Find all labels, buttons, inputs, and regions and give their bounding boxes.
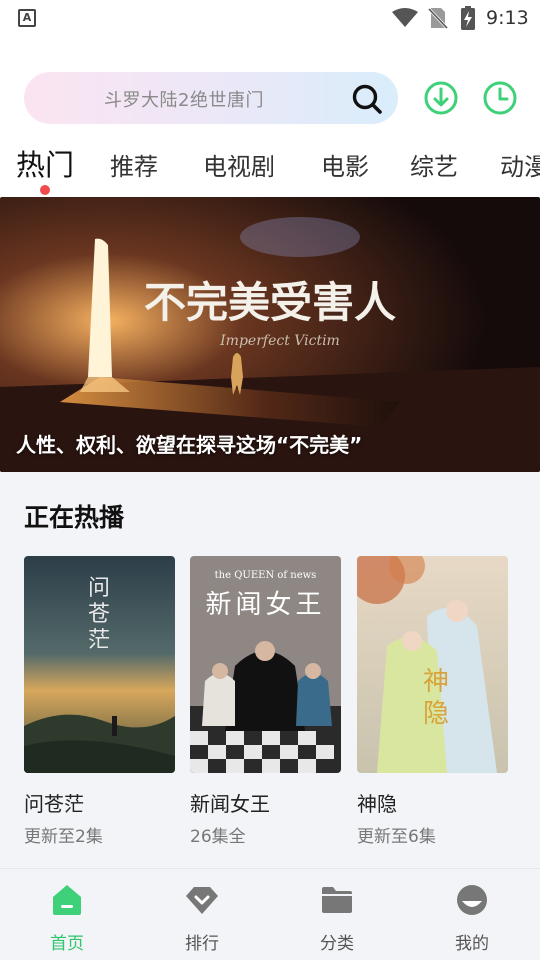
tab-movies[interactable]: 电影 xyxy=(321,147,369,182)
category-tabs: 热门 推荐 电视剧 电影 综艺 动漫 xyxy=(0,140,540,200)
banner-caption: 人性、权利、欲望在探寻这场“不完美” xyxy=(16,433,363,457)
clock-time: 9:13 xyxy=(486,7,529,29)
poster-title-text: 问苍茫 xyxy=(88,576,111,653)
profile-icon xyxy=(457,885,487,915)
show-episode-status: 更新至2集 xyxy=(24,827,103,847)
banner-artwork-subtitle: Imperfect Victim xyxy=(219,333,340,349)
download-icon[interactable] xyxy=(424,81,458,115)
show-episode-status: 26集全 xyxy=(190,827,246,847)
featured-banner[interactable]: 不完美受害人 Imperfect Victim 人性、权利、欲望在探寻这场“不完… xyxy=(0,197,540,472)
poster-title-text: 新闻女王 xyxy=(205,590,326,620)
show-card-news-queen[interactable]: the QUEEN of news 新闻女王 新闻女王 26集全 xyxy=(190,556,341,847)
history-icon[interactable] xyxy=(483,81,517,115)
nav-label: 首页 xyxy=(50,934,84,954)
tab-tv-series[interactable]: 电视剧 xyxy=(203,147,275,182)
nav-label: 我的 xyxy=(455,934,489,954)
poster-image: the QUEEN of news 新闻女王 xyxy=(190,556,341,773)
nav-label: 排行 xyxy=(185,934,219,954)
poster-image: 神隐 xyxy=(357,556,508,773)
poster-caption-text: the QUEEN of news xyxy=(214,570,317,581)
show-episode-status: 更新至6集 xyxy=(357,827,436,847)
section-title: 正在热播 xyxy=(24,503,125,532)
nav-ranking[interactable]: 排行 xyxy=(152,869,252,960)
bottom-navigation: 首页 排行 分类 我的 xyxy=(0,868,540,960)
show-card-wencangmang[interactable]: 问苍茫 问苍茫 更新至2集 xyxy=(24,556,175,847)
nav-profile[interactable]: 我的 xyxy=(422,869,522,960)
tab-hot[interactable]: 热门 xyxy=(16,142,74,184)
nav-label: 分类 xyxy=(320,934,354,954)
show-title: 新闻女王 xyxy=(190,792,270,816)
show-title: 神隐 xyxy=(357,792,397,816)
banner-artwork-title: 不完美受害人 xyxy=(144,278,396,327)
poster-title-text: 神隐 xyxy=(423,667,450,729)
tab-recommended[interactable]: 推荐 xyxy=(110,147,158,182)
wifi-icon xyxy=(392,8,418,27)
search-icon[interactable] xyxy=(352,84,382,114)
show-card-shenyin[interactable]: 神隐 神隐 更新至6集 xyxy=(357,556,508,847)
poster-image: 问苍茫 xyxy=(24,556,175,773)
show-title: 问苍茫 xyxy=(24,792,84,816)
status-bar: A 9:13 xyxy=(0,0,540,36)
ranking-icon xyxy=(186,887,218,914)
search-placeholder: 斗罗大陆2绝世唐门 xyxy=(104,90,264,111)
tab-variety[interactable]: 综艺 xyxy=(410,147,458,182)
tab-anime[interactable]: 动漫 xyxy=(500,147,540,182)
search-input[interactable]: 斗罗大陆2绝世唐门 xyxy=(24,72,398,124)
no-sim-icon xyxy=(428,7,448,29)
active-tab-indicator xyxy=(40,185,50,195)
category-folder-icon xyxy=(322,887,352,913)
nav-category[interactable]: 分类 xyxy=(287,869,387,960)
home-icon xyxy=(53,885,81,915)
battery-charging-icon xyxy=(461,6,475,30)
nav-home[interactable]: 首页 xyxy=(17,869,117,960)
app-notification-icon: A xyxy=(18,9,36,27)
